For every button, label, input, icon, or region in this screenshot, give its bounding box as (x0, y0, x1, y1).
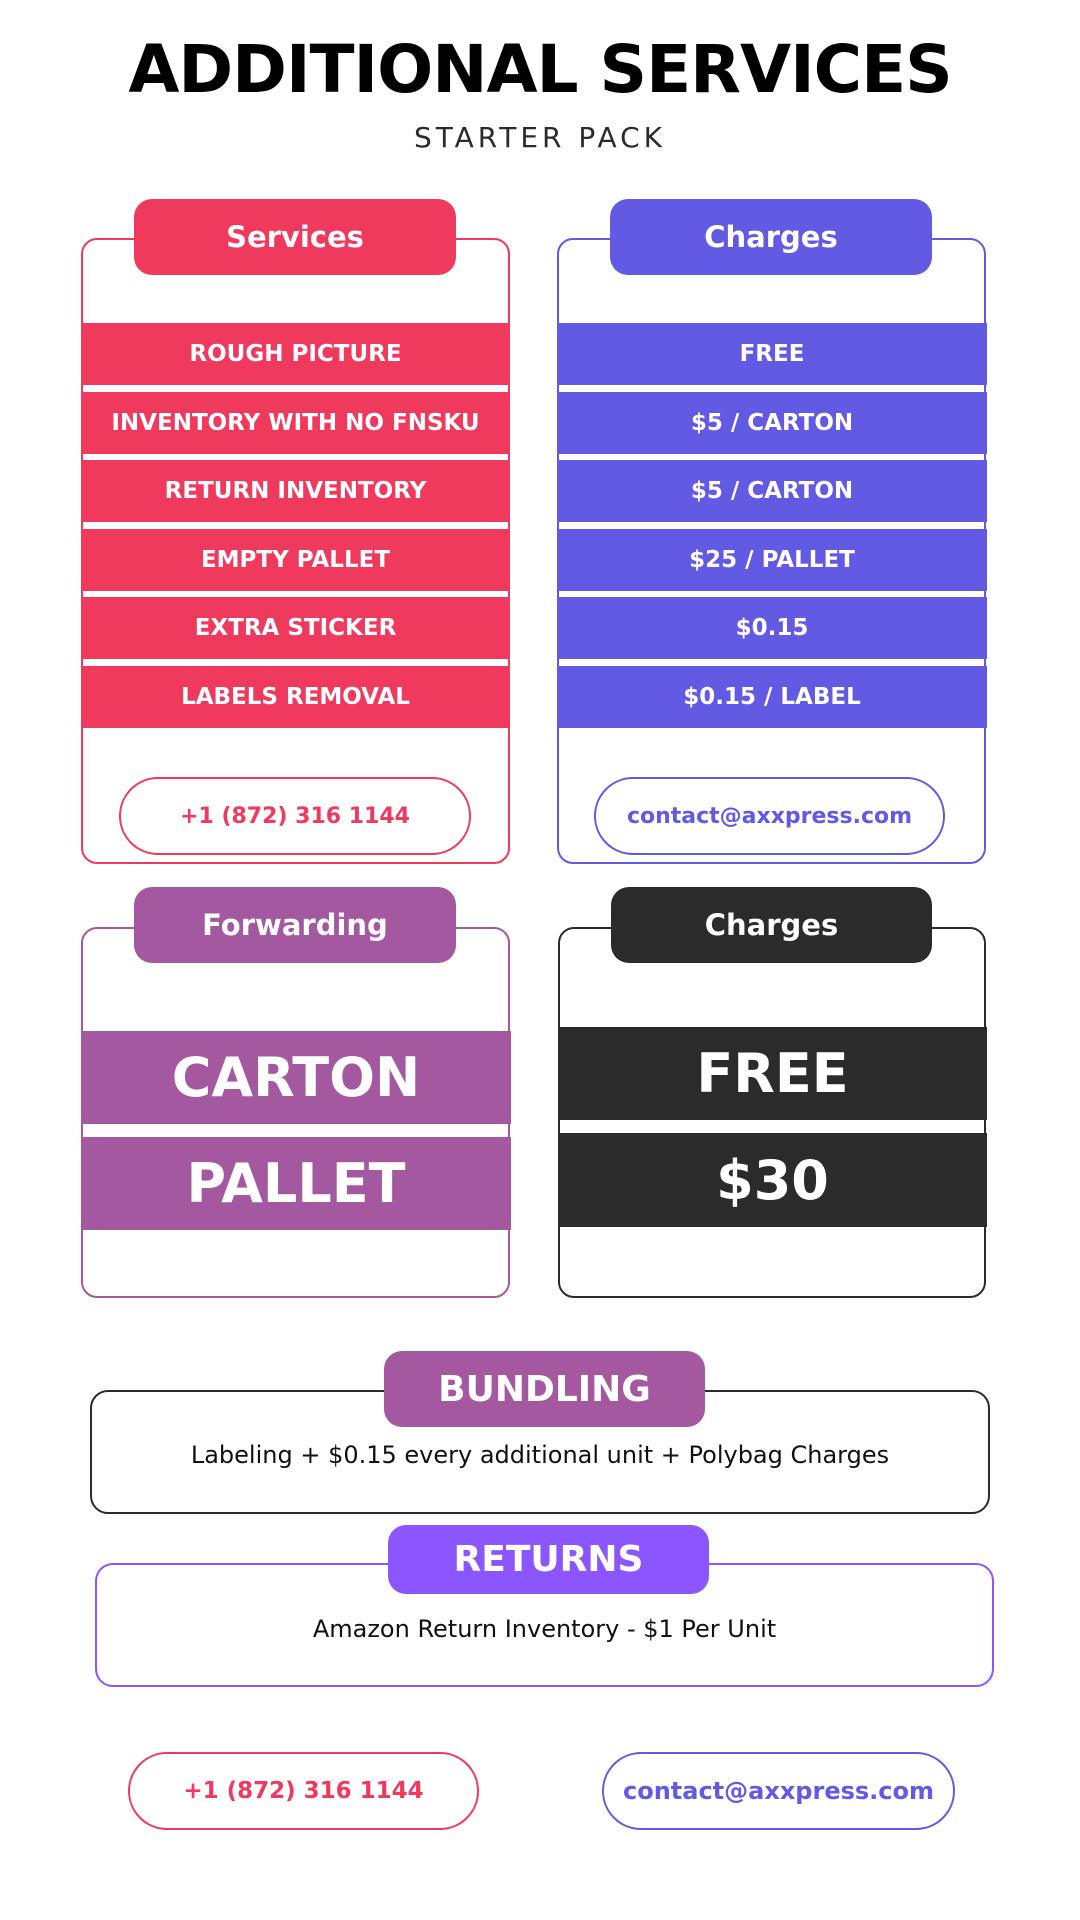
services-row: ROUGH PICTURE (81, 323, 510, 385)
phone-link[interactable]: +1 (872) 316 1144 (119, 777, 471, 855)
bundling-header: BUNDLING (384, 1351, 705, 1427)
services-row: EMPTY PALLET (81, 528, 510, 591)
forwarding-charge-pallet: $30 (558, 1133, 987, 1227)
footer-phone-link[interactable]: +1 (872) 316 1144 (128, 1752, 479, 1830)
forwarding-row-carton: CARTON (81, 1031, 511, 1124)
returns-header: RETURNS (388, 1525, 709, 1594)
forwarding-row-pallet: PALLET (81, 1137, 511, 1230)
page-subtitle: STARTER PACK (413, 121, 667, 154)
charges-row: $0.15 / LABEL (557, 665, 987, 728)
forwarding-charges-header: Charges (611, 887, 932, 963)
forwarding-header: Forwarding (134, 887, 456, 963)
services-row: RETURN INVENTORY (81, 460, 510, 522)
charges-row: FREE (557, 323, 987, 385)
bundling-text: Labeling + $0.15 every additional unit +… (190, 1441, 890, 1469)
page-title: ADDITIONAL SERVICES (128, 31, 952, 108)
charges-row: $25 / PALLET (557, 528, 987, 591)
services-row: LABELS REMOVAL (81, 665, 510, 728)
forwarding-charge-carton: FREE (558, 1027, 987, 1120)
services-row: EXTRA STICKER (81, 597, 510, 659)
email-link[interactable]: contact@axxpress.com (594, 777, 945, 855)
services-row: INVENTORY WITH NO FNSKU (81, 391, 510, 454)
footer-email-link[interactable]: contact@axxpress.com (602, 1752, 955, 1830)
charges-row: $0.15 (557, 597, 987, 659)
charges-row: $5 / CARTON (557, 460, 987, 522)
charges-header: Charges (610, 199, 932, 275)
charges-row: $5 / CARTON (557, 391, 987, 454)
returns-text: Amazon Return Inventory - $1 Per Unit (312, 1615, 777, 1643)
services-header: Services (134, 199, 456, 275)
